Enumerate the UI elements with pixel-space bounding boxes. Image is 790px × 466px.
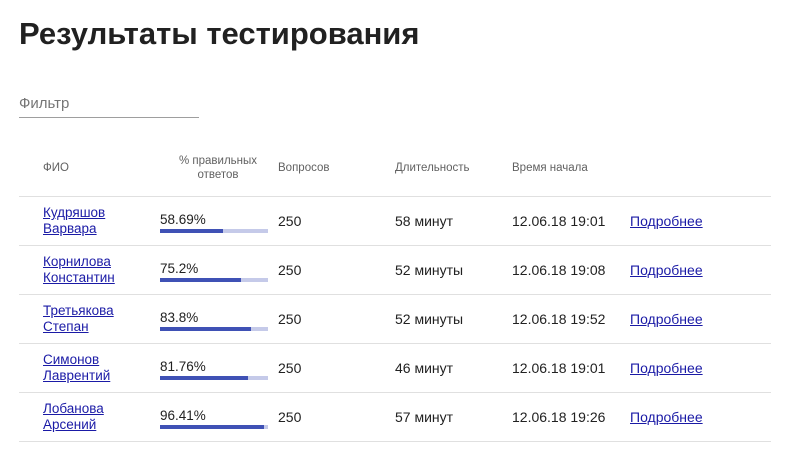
percent-cell: 75.2% <box>158 245 278 295</box>
page-title: Результаты тестирования <box>19 16 420 51</box>
progress-bar <box>160 228 268 233</box>
questions-cell: 250 <box>278 343 395 393</box>
progress-bar <box>160 277 268 282</box>
duration-cell: 58 минут <box>395 196 512 246</box>
student-name-link[interactable]: Кудряшов Варвара <box>43 205 123 237</box>
table-row: Третьякова Степан 83.8% 250 52 минуты 12… <box>19 294 771 344</box>
header-actions <box>630 140 771 197</box>
table-row: Кудряшов Варвара 58.69% 250 58 минут 12.… <box>19 196 771 246</box>
progress-fill <box>160 424 265 429</box>
table-row: Лобанова Арсений 96.41% 250 57 минут 12.… <box>19 392 771 442</box>
percent-cell: 96.41% <box>158 392 278 442</box>
details-link[interactable]: Подробнее <box>630 213 703 229</box>
details-cell: Подробнее <box>630 294 771 344</box>
table-row: Корнилова Константин 75.2% 250 52 минуты… <box>19 245 771 295</box>
duration-cell: 52 минуты <box>395 245 512 295</box>
duration-cell: 57 минут <box>395 392 512 442</box>
details-cell: Подробнее <box>630 392 771 442</box>
details-cell: Подробнее <box>630 343 771 393</box>
header-start-time: Время начала <box>512 140 630 197</box>
progress-bar <box>160 375 268 380</box>
name-cell: Симонов Лаврентий <box>19 343 158 393</box>
percent-text: 58.69% <box>160 211 206 227</box>
progress-bar <box>160 326 268 331</box>
table-row: Симонов Лаврентий 81.76% 250 46 минут 12… <box>19 343 771 393</box>
details-cell: Подробнее <box>630 196 771 246</box>
progress-bar <box>160 424 268 429</box>
start-time-cell: 12.06.18 19:26 <box>512 392 630 442</box>
questions-cell: 250 <box>278 392 395 442</box>
details-link[interactable]: Подробнее <box>630 262 703 278</box>
percent-cell: 83.8% <box>158 294 278 344</box>
details-cell: Подробнее <box>630 245 771 295</box>
start-time-cell: 12.06.18 19:01 <box>512 196 630 246</box>
student-name-link[interactable]: Симонов Лаврентий <box>43 352 123 384</box>
student-name-link[interactable]: Лобанова Арсений <box>43 401 123 433</box>
start-time-cell: 12.06.18 19:52 <box>512 294 630 344</box>
header-percent: % правильных ответов <box>158 140 278 197</box>
name-cell: Корнилова Константин <box>19 245 158 295</box>
questions-cell: 250 <box>278 245 395 295</box>
percent-text: 83.8% <box>160 309 199 325</box>
table-header-row: ФИО % правильных ответов Вопросов Длител… <box>19 140 771 197</box>
progress-fill <box>160 375 249 380</box>
header-name: ФИО <box>19 140 158 197</box>
details-link[interactable]: Подробнее <box>630 311 703 327</box>
questions-cell: 250 <box>278 294 395 344</box>
start-time-cell: 12.06.18 19:08 <box>512 245 630 295</box>
percent-text: 96.41% <box>160 407 206 423</box>
duration-cell: 46 минут <box>395 343 512 393</box>
name-cell: Кудряшов Варвара <box>19 196 158 246</box>
duration-cell: 52 минуты <box>395 294 512 344</box>
percent-text: 75.2% <box>160 260 199 276</box>
header-duration: Длительность <box>395 140 512 197</box>
name-cell: Третьякова Степан <box>19 294 158 344</box>
details-link[interactable]: Подробнее <box>630 360 703 376</box>
header-questions: Вопросов <box>278 140 395 197</box>
filter-input[interactable] <box>19 90 199 118</box>
student-name-link[interactable]: Корнилова Константин <box>43 254 133 286</box>
progress-fill <box>160 326 251 331</box>
results-table: ФИО % правильных ответов Вопросов Длител… <box>19 140 771 442</box>
questions-cell: 250 <box>278 196 395 246</box>
results-page: Результаты тестирования ФИО % правильных… <box>0 0 790 466</box>
start-time-cell: 12.06.18 19:01 <box>512 343 630 393</box>
progress-fill <box>160 228 224 233</box>
name-cell: Лобанова Арсений <box>19 392 158 442</box>
details-link[interactable]: Подробнее <box>630 409 703 425</box>
percent-cell: 81.76% <box>158 343 278 393</box>
percent-text: 81.76% <box>160 358 206 374</box>
student-name-link[interactable]: Третьякова Степан <box>43 303 123 335</box>
progress-fill <box>160 277 242 282</box>
percent-cell: 58.69% <box>158 196 278 246</box>
